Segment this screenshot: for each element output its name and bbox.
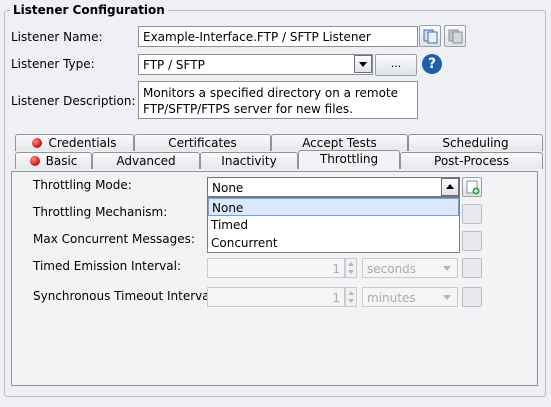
throttling-mode-options: None Timed Concurrent bbox=[207, 197, 460, 253]
throttling-mode-value: None bbox=[212, 181, 244, 195]
listener-name-label: Listener Name: bbox=[11, 30, 103, 44]
timed-emission-unit: seconds bbox=[367, 262, 417, 276]
paste-button[interactable] bbox=[444, 25, 466, 47]
option-timed[interactable]: Timed bbox=[208, 216, 459, 234]
throttling-mode-select[interactable]: None bbox=[207, 177, 460, 197]
throttling-mode-label: Throttling Mode: bbox=[33, 178, 132, 192]
listener-name-value: Example-Interface.FTP / SFTP Listener bbox=[143, 30, 371, 44]
sync-timeout-label: Synchronous Timeout Interval: bbox=[33, 289, 217, 303]
tab-label: Accept Tests bbox=[302, 136, 377, 150]
tab-label: Post-Process bbox=[434, 154, 509, 168]
listener-type-select[interactable]: FTP / SFTP bbox=[138, 54, 373, 75]
tab-inactivity[interactable]: Inactivity bbox=[200, 152, 298, 169]
timed-emission-side-button bbox=[462, 258, 482, 278]
chevron-down-icon bbox=[359, 62, 367, 67]
tab-label: Certificates bbox=[168, 136, 237, 150]
throttling-mechanism-side-button bbox=[462, 204, 482, 224]
sync-timeout-unit: minutes bbox=[367, 291, 416, 305]
timed-emission-value: 1 bbox=[332, 262, 340, 276]
tab-label: Scheduling bbox=[442, 136, 509, 150]
tab-label: Inactivity bbox=[221, 154, 277, 168]
tab-credentials[interactable]: Credentials bbox=[15, 134, 134, 151]
throttling-mode-add-button[interactable] bbox=[462, 177, 482, 197]
listener-type-label: Listener Type: bbox=[11, 57, 95, 71]
chevron-up-icon bbox=[446, 184, 454, 189]
sync-timeout-input: 1 bbox=[207, 287, 345, 307]
timed-emission-input: 1 bbox=[207, 258, 345, 278]
tab-throttling[interactable]: Throttling bbox=[298, 150, 400, 169]
chevron-down-icon bbox=[443, 295, 451, 300]
copy-button[interactable] bbox=[419, 25, 441, 47]
error-dot-icon bbox=[29, 156, 40, 166]
sync-timeout-spinner bbox=[345, 287, 357, 307]
help-icon[interactable]: ? bbox=[422, 54, 442, 74]
throttling-mode-dropdown-button[interactable] bbox=[441, 178, 459, 196]
timed-emission-spinner bbox=[345, 258, 357, 278]
tab-accept-tests[interactable]: Accept Tests bbox=[271, 134, 408, 151]
timed-emission-unit-select: seconds bbox=[362, 258, 458, 278]
description-line-1: Monitors a specified directory on a remo… bbox=[143, 86, 399, 100]
error-dot-icon bbox=[32, 138, 43, 148]
max-concurrent-label: Max Concurrent Messages: bbox=[33, 232, 195, 246]
add-icon bbox=[466, 180, 480, 198]
tab-label: Advanced bbox=[116, 154, 176, 168]
listener-type-dropdown-button[interactable] bbox=[354, 55, 372, 73]
throttling-mechanism-label: Throttling Mechanism: bbox=[33, 205, 168, 219]
tab-label: Credentials bbox=[48, 136, 117, 150]
browse-button[interactable]: ... bbox=[375, 54, 417, 76]
option-none[interactable]: None bbox=[208, 198, 459, 216]
max-concurrent-side-button bbox=[462, 231, 482, 251]
copy-icon bbox=[423, 29, 438, 47]
tab-label: Basic bbox=[45, 154, 78, 168]
listener-type-value: FTP / SFTP bbox=[143, 58, 205, 72]
sync-timeout-value: 1 bbox=[332, 291, 340, 305]
option-concurrent[interactable]: Concurrent bbox=[208, 234, 459, 252]
sync-timeout-unit-select: minutes bbox=[362, 287, 458, 307]
paste-icon bbox=[448, 29, 463, 47]
listener-description-label: Listener Description: bbox=[11, 94, 136, 108]
listener-name-input[interactable]: Example-Interface.FTP / SFTP Listener bbox=[138, 26, 418, 47]
timed-emission-label: Timed Emission Interval: bbox=[33, 259, 182, 273]
tab-certificates[interactable]: Certificates bbox=[134, 134, 271, 151]
chevron-down-icon bbox=[443, 266, 451, 271]
listener-description-input[interactable]: Monitors a specified directory on a remo… bbox=[138, 81, 418, 119]
tab-label: Throttling bbox=[319, 152, 379, 166]
tab-post-process[interactable]: Post-Process bbox=[400, 152, 543, 169]
description-line-2: FTP/SFTP/FTPS server for new files. bbox=[143, 102, 353, 116]
tab-advanced[interactable]: Advanced bbox=[92, 152, 200, 169]
section-title: Listener Configuration bbox=[10, 3, 168, 17]
tab-basic[interactable]: Basic bbox=[15, 152, 92, 169]
sync-timeout-side-button bbox=[462, 287, 482, 307]
tab-scheduling[interactable]: Scheduling bbox=[408, 134, 543, 151]
